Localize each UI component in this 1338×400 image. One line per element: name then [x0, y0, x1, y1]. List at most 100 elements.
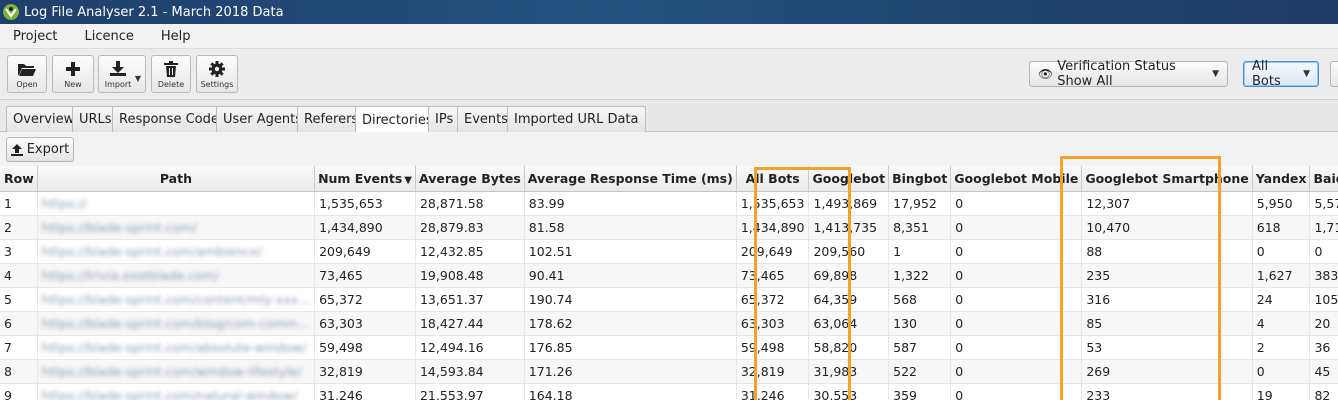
table-row[interactable]: 9 https://blade-sprint.com/natural-window… — [0, 383, 1338, 400]
verification-status-dropdown[interactable]: 👁 Verification Status Show All ▼ — [1029, 59, 1228, 89]
table-cell: 0 — [950, 215, 1083, 240]
trash-icon — [161, 60, 181, 78]
export-button[interactable]: Export — [6, 137, 74, 162]
column-header-googlebot-mobile[interactable]: Googlebot Mobile — [950, 166, 1083, 192]
table-cell: 1,413,735 — [808, 215, 890, 240]
table-row[interactable]: 5 https://blade-sprint.com/content/mly-xx… — [0, 287, 1338, 312]
open-button[interactable]: Open — [7, 55, 47, 93]
table-cell: 618 — [1252, 215, 1311, 240]
table-cell: https://blade-sprint.com/window-lifestyl… — [37, 359, 316, 384]
table-cell: 1,434,890 — [736, 215, 810, 240]
plus-icon — [63, 60, 83, 78]
table-cell: 85 — [1081, 311, 1253, 336]
table-cell: 59,498 — [314, 335, 416, 360]
table-cell: 36 — [1309, 335, 1338, 360]
tab-user-agents[interactable]: User Agents — [216, 106, 310, 132]
column-header-bingbot[interactable]: Bingbot — [888, 166, 952, 192]
table-cell: 28,871.58 — [415, 191, 525, 216]
column-header-all-bots[interactable]: All Bots — [736, 166, 810, 192]
column-header-average-bytes[interactable]: Average Bytes — [415, 166, 525, 192]
table-cell: 0 — [1252, 359, 1311, 384]
table-cell: 1,716 — [1309, 215, 1338, 240]
menu-bar: Project Licence Help — [0, 24, 1338, 49]
eye-icon: 👁 — [1038, 67, 1054, 81]
table-cell: 63,303 — [736, 311, 810, 336]
table-cell: 359 — [888, 383, 952, 400]
table-cell: https://blade-sprint.com/ambience/ — [37, 239, 316, 264]
table-cell: 5,575 — [1309, 191, 1338, 216]
table-cell: 2 — [1252, 335, 1311, 360]
table-cell: 53 — [1081, 335, 1253, 360]
bot-filter-dropdown[interactable]: All Bots ▼ — [1243, 59, 1319, 89]
export-bar: Export — [0, 132, 1338, 166]
table-row[interactable]: 1 https://1,535,653 28,871.58 83.99 1,535,65… — [0, 191, 1338, 216]
table-cell: 316 — [1081, 287, 1253, 312]
chevron-down-icon: ▼ — [1303, 69, 1310, 79]
column-header-baidu[interactable]: Baidu — [1309, 166, 1338, 192]
menu-licence[interactable]: Licence — [77, 29, 143, 44]
table-cell: 81.58 — [524, 215, 737, 240]
table-cell: 3 — [0, 239, 38, 264]
tab-response-codes[interactable]: Response Codes — [112, 106, 233, 132]
column-header-path[interactable]: Path — [37, 166, 316, 192]
tab-imported-url-data[interactable]: Imported URL Data — [507, 106, 646, 132]
settings-button[interactable]: Settings — [196, 55, 238, 93]
tab-overview[interactable]: Overview — [6, 106, 82, 132]
table-cell: 2 — [0, 215, 38, 240]
column-header-num-events[interactable]: Num Events ▼ — [314, 166, 416, 192]
table-cell: 209,560 — [808, 239, 890, 264]
table-cell: 1 — [888, 239, 952, 264]
upload-icon — [10, 143, 23, 156]
path-value: https://blade-sprint.com/natural-window/ — [41, 387, 298, 400]
menu-help[interactable]: Help — [154, 29, 201, 44]
table-cell: 63,303 — [314, 311, 416, 336]
table-cell: 209,649 — [736, 239, 810, 264]
column-header-average-response-time[interactable]: Average Response Time (ms) — [524, 166, 737, 192]
table-cell: 0 — [950, 239, 1083, 264]
table-row[interactable]: 8 https://blade-sprint.com/window-lifesty… — [0, 359, 1338, 384]
table-cell: 4 — [0, 263, 38, 288]
table-cell: 0 — [950, 263, 1083, 288]
table-cell: https://blade-sprint.com/content/mly-xxx… — [37, 287, 316, 312]
menu-project[interactable]: Project — [6, 29, 67, 44]
table-cell: 21,553.97 — [415, 383, 525, 400]
tab-directories[interactable]: Directories — [355, 106, 440, 133]
column-header-googlebot[interactable]: Googlebot — [808, 166, 890, 192]
table-cell: 73,465 — [314, 263, 416, 288]
toolbar-overflow-button[interactable] — [1330, 61, 1338, 87]
table-cell: 102.51 — [524, 239, 737, 264]
table-cell: 82 — [1309, 383, 1338, 400]
table-cell: 0 — [950, 383, 1083, 400]
table-row[interactable]: 6 https://blade-sprint.com/blog/com-comm.… — [0, 311, 1338, 336]
table-cell: 4 — [1252, 311, 1311, 336]
table-cell: 13,651.37 — [415, 287, 525, 312]
table-cell: 5,950 — [1252, 191, 1311, 216]
table-row[interactable]: 3 https://blade-sprint.com/ambience/209,6… — [0, 239, 1338, 264]
table-cell: 383 — [1309, 263, 1338, 288]
column-header-yandex[interactable]: Yandex — [1252, 166, 1311, 192]
column-header-row[interactable]: Row — [0, 166, 38, 192]
directories-table: Row Path Num Events ▼ Average Bytes Avera… — [0, 166, 1338, 400]
table-cell: 7 — [0, 335, 38, 360]
table-cell: 269 — [1081, 359, 1253, 384]
table-cell: 0 — [950, 287, 1083, 312]
path-value: https://trivia.exotblade.com/ — [41, 267, 220, 283]
import-button[interactable]: ▼ Import — [98, 55, 146, 93]
delete-button[interactable]: Delete — [151, 55, 191, 93]
table-row[interactable]: 7 https://blade-sprint.com/absolute-windo… — [0, 335, 1338, 360]
table-cell: 178.62 — [524, 311, 737, 336]
tab-ips[interactable]: IPs — [428, 106, 461, 132]
table-cell: 8,351 — [888, 215, 952, 240]
table-cell: 59,498 — [736, 335, 810, 360]
table-row[interactable]: 2 https://blade-sprint.com/1,434,890 28,87… — [0, 215, 1338, 240]
table-cell: 1,434,890 — [314, 215, 416, 240]
table-cell: 130 — [888, 311, 952, 336]
window-title: Log File Analyser 2.1 - March 2018 Data — [24, 4, 284, 20]
tab-bar: Overview URLs Response Codes User Agents… — [0, 100, 1338, 133]
column-header-googlebot-smartphone[interactable]: Googlebot Smartphone — [1081, 166, 1253, 192]
chevron-down-icon: ▼ — [134, 74, 141, 83]
table-cell: 1,535,653 — [736, 191, 810, 216]
table-row[interactable]: 4 https://trivia.exotblade.com/73,465 19,9… — [0, 263, 1338, 288]
new-button[interactable]: New — [52, 55, 94, 93]
table-cell: 83.99 — [524, 191, 737, 216]
